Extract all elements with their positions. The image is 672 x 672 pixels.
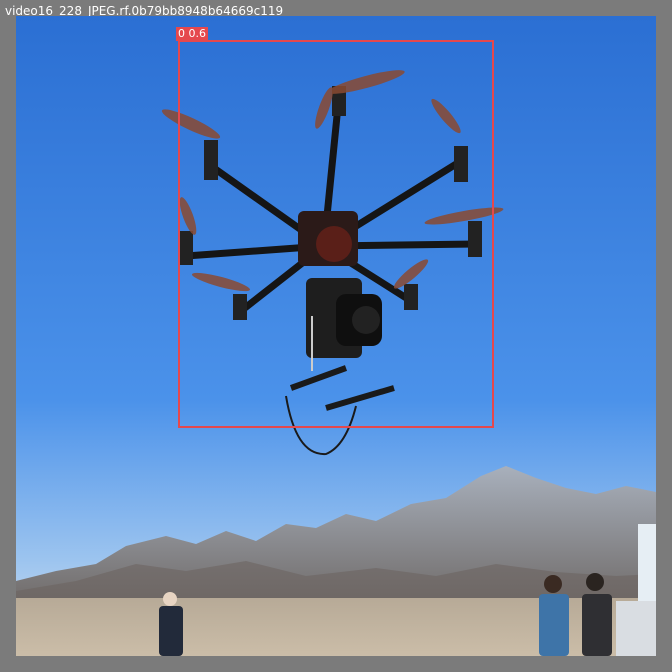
drone-photo [16, 16, 656, 656]
annotated-image-frame: video16_228_JPEG.rf.0b79bb8948b64669c119 [0, 0, 672, 672]
drone-photo-illustration [16, 16, 656, 656]
detection-label: 0 0.6 [176, 27, 208, 41]
